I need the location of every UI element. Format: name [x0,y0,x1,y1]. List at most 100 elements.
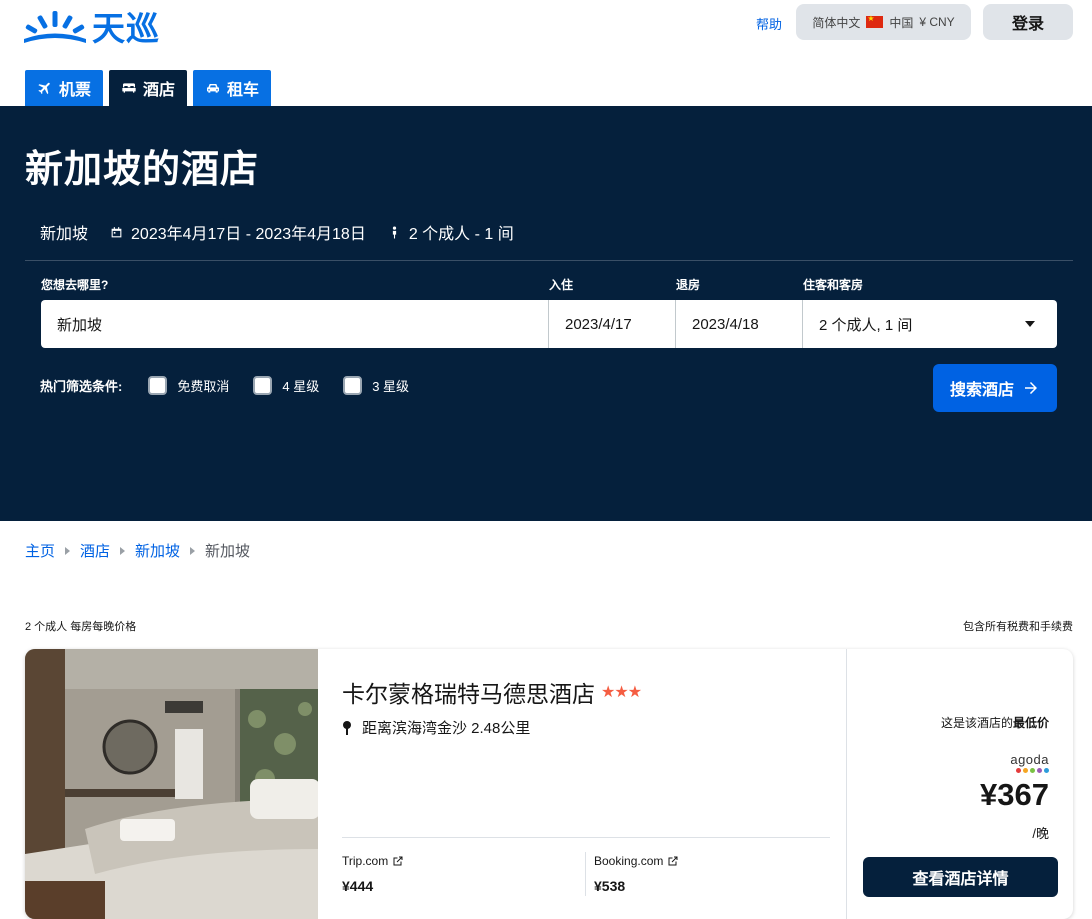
tab-label: 租车 [227,82,260,99]
bed-icon [122,83,136,93]
plane-icon [38,82,50,95]
cheapest-prefix: 这是该酒店的 [940,716,1013,730]
help-link[interactable]: 帮助 [756,14,782,33]
guests-rooms-select[interactable]: 2 个成人, 1 间 [803,300,1057,348]
best-price: ¥367 [980,777,1049,812]
hotel-photo[interactable] [25,649,318,919]
search-summary: 新加坡 2023年4月17日 - 2023年4月18日 2 个成人 - 1 间 [40,220,536,244]
tax-note: 包含所有税费和手续费 [963,621,1073,633]
destination-value: 新加坡 [57,316,103,334]
summary-guests-text: 2 个成人 - 1 间 [408,226,514,243]
breadcrumb-country[interactable]: 新加坡 [135,540,180,561]
checkbox[interactable] [343,376,363,395]
brand-name: 天巡 [92,9,160,48]
login-button[interactable]: 登录 [983,4,1073,40]
locale-currency-button[interactable]: 简体中文 中国 ¥ CNY [796,4,971,40]
checkin-date-input[interactable]: 2023/4/17 [549,300,676,348]
hotel-distance: 距离滨海湾金沙 2.48公里 [342,717,530,738]
chevron-right-icon [190,546,196,555]
car-icon [207,84,220,93]
hero-divider [25,260,1073,261]
checkin-label: 入住 [549,278,574,292]
chevron-right-icon [65,546,71,555]
checkout-date-input[interactable]: 2023/4/18 [676,300,803,348]
tab-car-hire[interactable]: 租车 [193,70,272,106]
checkout-label: 退房 [676,278,701,292]
search-button-label: 搜索酒店 [949,382,1014,399]
map-pin-icon [343,720,351,735]
breadcrumb-current: 新加坡 [205,543,251,560]
checkin-value: 2023/4/17 [565,315,632,333]
destination-input[interactable]: 新加坡 [41,300,549,348]
hero-search-panel: 新加坡的酒店 新加坡 2023年4月17日 - 2023年4月18日 2 个成人… [0,106,1092,521]
filter-label: 4 星级 [282,379,320,394]
provider-divider [585,852,586,896]
region-label: 中国 [889,15,914,30]
provider-trip[interactable]: Trip.com ¥444 [342,854,404,894]
summary-guests: 2 个成人 - 1 间 [388,220,514,244]
summary-destination-text: 新加坡 [40,226,89,243]
breadcrumb-home[interactable]: 主页 [25,540,55,561]
provider-name-text: Trip.com [342,854,389,868]
hotel-name[interactable]: 卡尔蒙格瑞特马德思酒店 [342,675,595,709]
guests-label: 住客和客房 [803,278,864,292]
tab-label: 酒店 [143,82,176,99]
brand-logo[interactable]: 天巡 [24,6,160,48]
page-title: 新加坡的酒店 [25,149,260,191]
filter-3-star[interactable]: 3 星级 [343,376,409,395]
arrow-right-icon [1025,382,1037,394]
provider-name: Booking.com [594,854,679,868]
filter-free-cancellation[interactable]: 免费取消 [148,376,229,395]
hotel-name-row[interactable]: 卡尔蒙格瑞特马德思酒店 ★★★ [342,675,642,709]
language-label: 简体中文 [812,15,861,30]
search-hotels-button[interactable]: 搜索酒店 [933,364,1057,412]
checkbox[interactable] [253,376,273,395]
agoda-dots-icon [1010,768,1049,773]
cheapest-note: 这是该酒店的最低价 [941,714,1049,731]
china-flag-icon [866,14,884,28]
checkout-value: 2023/4/18 [692,315,759,333]
cheapest-bold: 最低价 [1012,716,1049,730]
star-rating-icon: ★★★ [601,684,642,701]
chevron-right-icon [120,546,126,555]
checkbox[interactable] [148,376,168,395]
per-night-label: /晚 [1032,826,1049,841]
tab-flights[interactable]: 机票 [25,70,104,106]
breadcrumb: 主页 酒店 新加坡 新加坡 [25,540,250,561]
provider-price: ¥444 [342,878,374,894]
currency-label: ¥ CNY [919,15,955,29]
summary-destination: 新加坡 [40,220,88,244]
hotel-result-card[interactable]: 卡尔蒙格瑞特马德思酒店 ★★★ 距离滨海湾金沙 2.48公里 Trip.com … [25,649,1073,919]
info-divider [342,837,830,838]
tab-label: 机票 [59,82,92,99]
filter-label: 免费取消 [177,379,230,394]
top-bar: 天巡 帮助 简体中文 中国 ¥ CNY 登录 机票 酒店 租车 [0,0,1092,106]
product-tabs: 机票 酒店 租车 [25,70,272,106]
filter-4-star[interactable]: 4 星级 [253,376,319,395]
agoda-wordmark: agoda [1010,752,1049,767]
guests-value: 2 个成人, 1 间 [819,316,913,334]
hotel-info: 卡尔蒙格瑞特马德思酒店 ★★★ 距离滨海湾金沙 2.48公里 Trip.com … [342,649,830,919]
view-hotel-details-button[interactable]: 查看酒店详情 [863,857,1058,897]
person-icon [392,226,396,238]
breadcrumb-hotels[interactable]: 酒店 [80,540,110,561]
popular-filters: 热门筛选条件: 免费取消 4 星级 3 星级 [40,376,433,395]
summary-dates-text: 2023年4月17日 - 2023年4月18日 [131,226,366,243]
external-link-icon [668,856,678,866]
sun-logo-icon [24,11,86,43]
destination-label: 您想去哪里? [41,278,109,292]
chevron-down-icon [1025,321,1035,327]
hotel-room-image [25,649,318,919]
tab-hotels[interactable]: 酒店 [109,70,188,106]
search-form: 新加坡 2023/4/17 2023/4/18 2 个成人, 1 间 [41,300,1057,348]
provider-name-text: Booking.com [594,854,664,868]
summary-dates: 2023年4月17日 - 2023年4月18日 [110,220,366,244]
agoda-logo: agoda [1010,752,1049,773]
distance-text: 距离滨海湾金沙 2.48公里 [362,720,531,737]
external-link-icon [393,856,403,866]
provider-booking[interactable]: Booking.com ¥538 [594,854,679,894]
price-basis-note: 2 个成人 每房每晚价格 [25,621,137,633]
best-deal-panel: 这是该酒店的最低价 agoda ¥367 /晚 查看酒店详情 [846,649,1073,919]
calendar-icon [111,226,122,237]
provider-name: Trip.com [342,854,404,868]
